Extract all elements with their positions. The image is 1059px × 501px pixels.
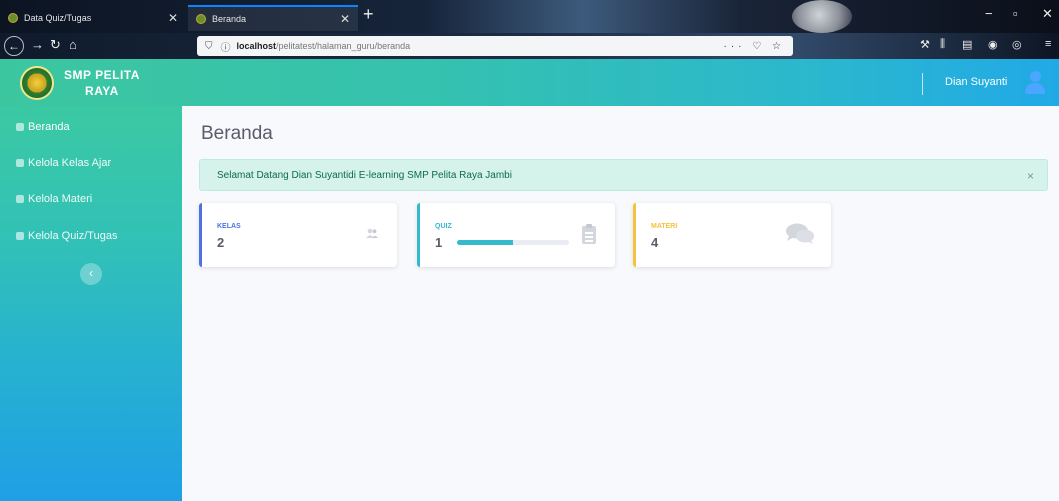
- alert-close-icon[interactable]: ×: [1027, 169, 1034, 183]
- sidebar-item-kelola-quiz-tugas[interactable]: Kelola Quiz/Tugas: [0, 218, 182, 254]
- back-icon[interactable]: ←: [4, 36, 24, 56]
- card-accent-bar: [199, 203, 202, 267]
- sidebar-item-beranda[interactable]: Beranda: [0, 109, 182, 145]
- tab-close-icon[interactable]: ✕: [340, 12, 350, 26]
- shield-icon[interactable]: ⛉: [205, 41, 213, 52]
- sidebar-icon[interactable]: ▤: [962, 38, 972, 51]
- theme-decoration: [792, 0, 852, 33]
- users-icon: [366, 228, 378, 238]
- card-kelas[interactable]: KELAS 2: [199, 203, 397, 267]
- progress-fill: [457, 240, 513, 245]
- brand-name: SMP PELITA RAYA: [64, 67, 140, 99]
- favicon-icon: [8, 13, 18, 23]
- user-avatar-icon[interactable]: [1024, 71, 1046, 95]
- home-icon[interactable]: ⌂: [69, 37, 77, 52]
- card-label: QUIZ: [435, 223, 452, 230]
- reload-icon[interactable]: ↻: [50, 37, 61, 53]
- minimize-icon[interactable]: −: [985, 6, 993, 21]
- tab-label: Beranda: [212, 14, 247, 24]
- menu-icon[interactable]: ≡: [1045, 38, 1051, 50]
- clipboard-icon: [582, 224, 596, 244]
- favicon-icon: [196, 14, 206, 24]
- browser-tab-bar: Data Quiz/Tugas ✕ Beranda ✕ + − ▫ ✕: [0, 0, 1059, 33]
- url-actions[interactable]: ··· ♡ ☆: [724, 41, 785, 52]
- sidebar-collapse-button[interactable]: ‹: [80, 263, 102, 285]
- quiz-progress-bar: [457, 240, 569, 245]
- main-content: Beranda Selamat Datang Dian Suyantidi E-…: [182, 106, 1059, 501]
- sidebar-item-label: Beranda: [28, 121, 70, 133]
- browser-nav-bar: ← → ↻ ⌂ ⛉ ⓘ localhost /pelitatest/halama…: [0, 33, 1059, 59]
- school-logo: [20, 65, 54, 100]
- user-name[interactable]: Dian Suyanti: [945, 76, 1007, 88]
- alert-text: Selamat Datang Dian Suyantidi E-learning…: [217, 169, 512, 181]
- comments-icon: [786, 223, 814, 244]
- user-icon: [16, 159, 24, 167]
- user-icon: [16, 232, 24, 240]
- tab-label: Data Quiz/Tugas: [24, 13, 92, 23]
- tab-close-icon[interactable]: ✕: [168, 11, 178, 25]
- forward-icon[interactable]: →: [31, 37, 44, 52]
- account-icon[interactable]: ◉: [988, 38, 998, 51]
- restore-icon[interactable]: ▫: [1013, 6, 1018, 21]
- card-value: 1: [435, 235, 443, 250]
- info-icon[interactable]: ⓘ: [221, 39, 231, 54]
- url-host: localhost: [236, 41, 277, 51]
- card-value: 4: [651, 235, 659, 250]
- extension-icon[interactable]: ◎: [1012, 38, 1022, 51]
- page-title: Beranda: [201, 123, 273, 144]
- card-accent-bar: [417, 203, 420, 267]
- card-value: 2: [217, 235, 225, 250]
- sidebar-item-label: Kelola Kelas Ajar: [28, 157, 112, 169]
- brand-line-2: RAYA: [85, 83, 119, 98]
- sidebar-item-label: Kelola Materi: [28, 193, 93, 205]
- card-materi[interactable]: MATERI 4: [633, 203, 831, 267]
- home-icon: [16, 123, 24, 131]
- topbar-divider: [922, 73, 923, 95]
- close-window-icon[interactable]: ✕: [1042, 6, 1053, 22]
- library-icon[interactable]: ⫼: [940, 38, 945, 51]
- card-quiz[interactable]: QUIZ 1: [417, 203, 615, 267]
- brand[interactable]: SMP PELITA RAYA: [0, 59, 182, 106]
- sidebar-item-label: Kelola Quiz/Tugas: [28, 230, 118, 242]
- app-topbar: SMP PELITA RAYA Dian Suyanti: [0, 59, 1059, 106]
- new-tab-button[interactable]: +: [363, 4, 374, 25]
- sidebar: Beranda Kelola Kelas Ajar Kelola Materi …: [0, 106, 182, 501]
- browser-tab-beranda[interactable]: Beranda ✕: [188, 5, 358, 31]
- welcome-alert: Selamat Datang Dian Suyantidi E-learning…: [199, 159, 1048, 191]
- card-accent-bar: [633, 203, 636, 267]
- card-label: MATERI: [651, 223, 678, 230]
- brand-line-1: SMP PELITA: [64, 67, 140, 82]
- browser-tab-data-quiz[interactable]: Data Quiz/Tugas ✕: [0, 5, 186, 31]
- sidebar-item-kelola-materi[interactable]: Kelola Materi: [0, 181, 182, 217]
- url-path: /pelitatest/halaman_guru/beranda: [276, 41, 411, 51]
- card-label: KELAS: [217, 223, 241, 230]
- wrench-icon[interactable]: ⚒: [920, 38, 930, 51]
- sidebar-item-kelola-kelas-ajar[interactable]: Kelola Kelas Ajar: [0, 145, 182, 181]
- user-icon: [16, 195, 24, 203]
- address-bar[interactable]: ⛉ ⓘ localhost /pelitatest/halaman_guru/b…: [197, 36, 793, 56]
